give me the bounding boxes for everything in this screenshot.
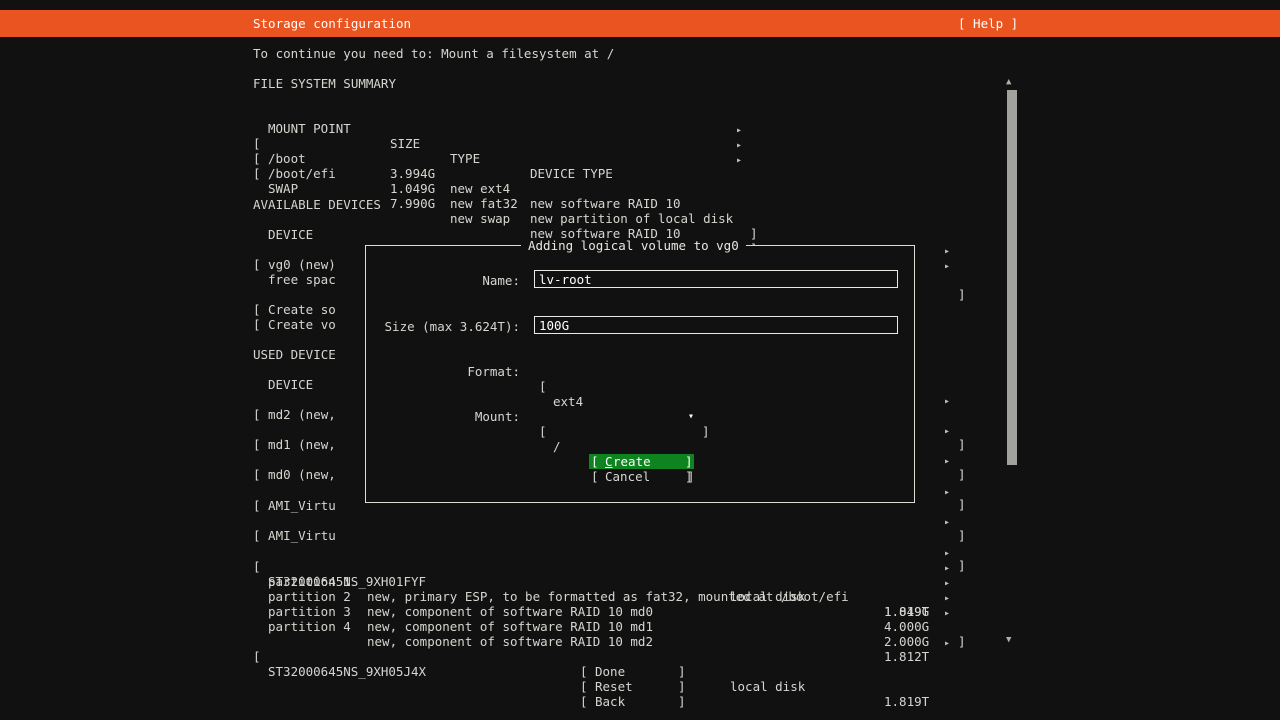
fs-type: new ext4 [450,181,510,196]
disk-name: ST32000645NS_9XH05J4X [268,664,426,679]
expand-arrow-icon[interactable]: ▸ [944,259,950,274]
device-label: [ AMI_Virtu [253,498,336,513]
button-label-initial: C [605,454,613,469]
mount-select[interactable]: [ / ▾ ] [366,409,914,424]
expand-arrow-icon[interactable]: ▸ [944,515,950,530]
left-bracket: [ [580,664,588,679]
partition-desc: new, component of software RAID 10 md1 [367,619,653,634]
left-bracket: [ [539,379,547,394]
device-label: [ md0 (new, [253,467,336,482]
partition-size: 1.812T [884,649,929,664]
fs-row-boot-efi[interactable]: [ /boot/efi 1.049G new fat32 new partiti… [0,136,1280,151]
fs-size: 3.994G [390,166,435,181]
right-bracket: ] [685,469,693,484]
expand-arrow-icon[interactable]: ▸ [736,153,742,168]
dialog-title: Adding logical volume to vg0 [521,238,746,253]
right-bracket: ] [958,437,966,452]
device-row-ami-virtual-2[interactable]: [ AMI_Virtu ▸ ] [0,513,1280,528]
available-devices-heading: AVAILABLE DEVICES [253,197,381,212]
expand-arrow-icon[interactable]: ▸ [944,636,950,651]
name-label: Name: [376,273,520,288]
page-title: Storage configuration [253,16,411,31]
fs-mount: /boot/efi [268,166,336,181]
button-label: reate [613,454,651,469]
button-label: Done [595,664,625,679]
right-bracket: ] [750,226,758,241]
continue-notice: To continue you need to: Mount a filesys… [253,46,614,61]
expand-arrow-icon[interactable]: ▸ [944,606,950,621]
scrollbar-thumb[interactable] [1007,90,1017,465]
disk-row-2[interactable]: [ ST32000645NS_9XH05J4X local disk 1.819… [0,634,1280,649]
add-logical-volume-dialog: Adding logical volume to vg0 Name: Size … [365,245,915,503]
left-bracket: [ [253,166,261,181]
right-bracket: ] [678,664,686,679]
title-bar: Storage configuration [ Help ] [0,10,1280,37]
left-bracket: [ [591,469,599,484]
partition-row-2[interactable]: partition 2 new, component of software R… [0,574,1280,589]
scroll-up-icon[interactable]: ▲ [1006,75,1011,90]
fs-row-boot[interactable]: [ /boot 3.994G new ext4 new software RAI… [0,121,1280,136]
size-input[interactable] [534,316,898,334]
right-bracket: ] [958,528,966,543]
right-bracket: ] [702,424,710,439]
left-bracket: [ [253,649,261,664]
mount-value: / [553,439,561,454]
partition-row-3[interactable]: partition 3 new, component of software R… [0,589,1280,604]
fs-row-swap[interactable]: [ SWAP 7.990G new swap new software RAID… [0,151,1280,166]
partition-name: partition 4 [268,619,351,634]
right-bracket: ] [678,694,686,709]
device-label: [ AMI_Virtu [253,528,336,543]
left-bracket: [ [580,679,588,694]
format-value: ext4 [553,394,583,409]
back-button[interactable]: [ Back ] [580,694,685,709]
size-label: Size (max 3.624T): [376,319,520,334]
right-bracket: ] [685,454,693,469]
left-bracket: [ [580,694,588,709]
done-button[interactable]: [ Done ] [580,664,685,679]
fs-summary-heading: FILE SYSTEM SUMMARY [253,76,396,91]
device-label: [ md1 (new, [253,437,336,452]
fs-summary-header-row: MOUNT POINT SIZE TYPE DEVICE TYPE [0,106,1280,121]
name-input[interactable] [534,270,898,288]
fs-size: 7.990G [390,196,435,211]
left-bracket: [ [591,454,599,469]
col-device-type: DEVICE TYPE [530,166,613,181]
scroll-down-icon[interactable]: ▼ [1006,633,1011,648]
fs-device: new partition of local disk [530,211,733,226]
fs-mount: SWAP [268,181,298,196]
used-devices-heading: USED DEVICE [253,347,336,362]
create-button[interactable]: [ C reate ] [589,454,694,469]
button-label: Reset [595,679,633,694]
button-label: Back [595,694,625,709]
button-label: Cancel [605,469,650,484]
format-select[interactable]: [ ext4 ▾ ] [366,364,914,379]
left-bracket: [ [539,424,547,439]
right-bracket: ] [678,679,686,694]
disk-kind: local disk [730,679,805,694]
expand-arrow-icon[interactable]: ▸ [944,394,950,409]
right-bracket: ] [958,467,966,482]
cancel-button[interactable]: [ Cancel ] [589,469,694,484]
fs-size: 1.049G [390,181,435,196]
partition-size: 4.000G [884,619,929,634]
storage-configuration-screen: Storage configuration [ Help ] To contin… [0,0,1280,720]
partition-row-4[interactable]: partition 4 new, component of software R… [0,604,1280,619]
partition-row-1[interactable]: partition 1 new, primary ESP, to be form… [0,559,1280,574]
reset-button[interactable]: [ Reset ] [580,679,685,694]
expand-arrow-icon[interactable]: ▸ [944,454,950,469]
fs-type: new swap [450,211,510,226]
device-label: [ md2 (new, [253,407,336,422]
fs-device: new software RAID 10 [530,196,681,211]
disk-size: 1.819T [884,694,929,709]
available-device-column: DEVICE [268,227,313,242]
right-bracket: ] [958,497,966,512]
expand-arrow-icon[interactable]: ▸ [944,485,950,500]
used-device-column: DEVICE [268,377,313,392]
button-label: [ Create vo [253,317,336,332]
device-label: free spac [268,272,336,287]
expand-arrow-icon[interactable]: ▸ [944,424,950,439]
help-button[interactable]: [ Help ] [958,16,1018,31]
disk-row-1[interactable]: [ ST32000645NS_9XH01FYF local disk 1.819… [0,544,1280,559]
fs-type: new fat32 [450,196,518,211]
